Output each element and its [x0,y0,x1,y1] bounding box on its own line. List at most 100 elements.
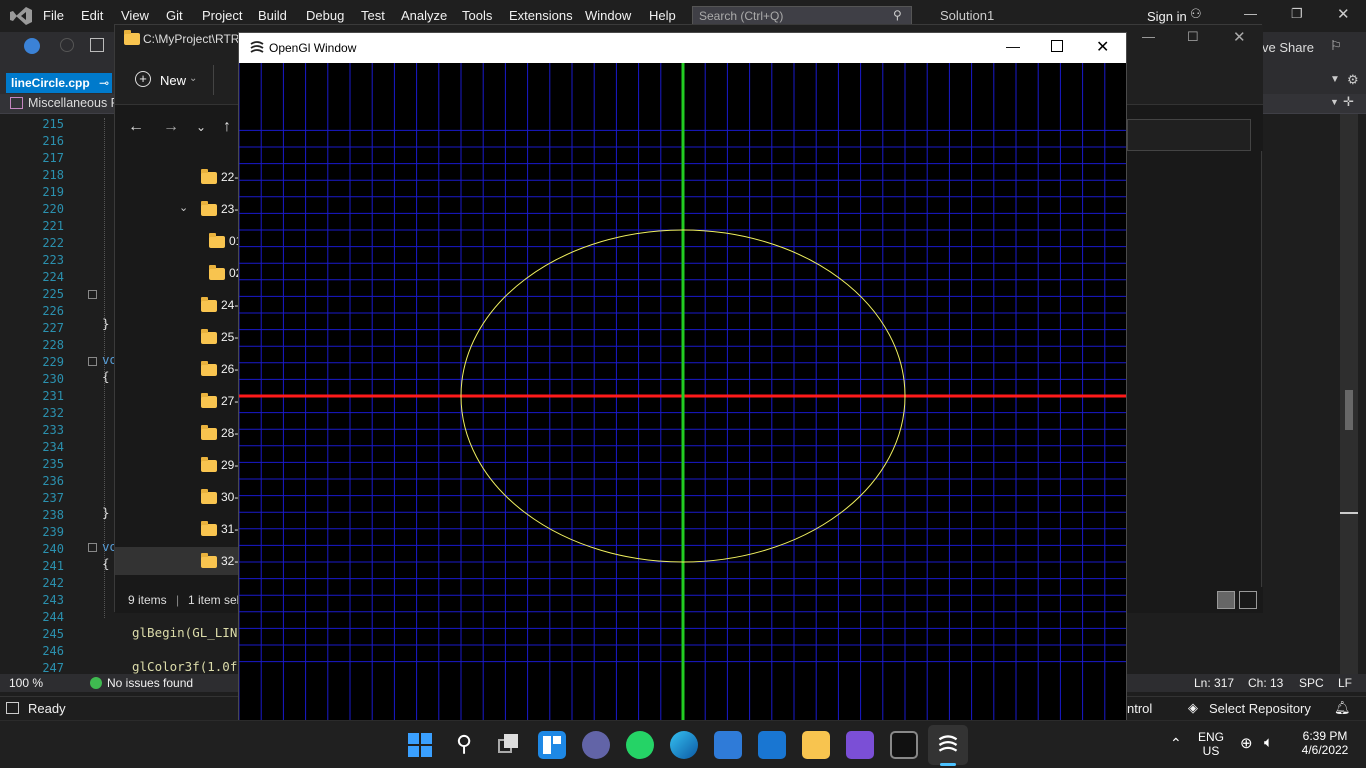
visual-studio-icon[interactable] [846,731,874,759]
store-icon[interactable] [714,731,742,759]
menu-edit[interactable]: Edit [81,0,103,32]
line-number: 243 [42,593,64,607]
folder-tree-item[interactable]: ⌄ 23- [115,195,239,223]
line-indicator[interactable]: Ln: 317 [1194,676,1234,690]
tab-dropdown-icon[interactable]: ▼ [1330,74,1340,85]
whatsapp-icon[interactable] [626,731,654,759]
forward-icon[interactable] [60,38,74,52]
task-view-icon[interactable] [494,731,522,759]
explorer-search-input[interactable] [1127,119,1251,151]
edge-icon[interactable] [670,731,698,759]
explorer-maximize-icon[interactable]: ☐ [1187,29,1199,45]
restore-icon[interactable]: ❐ [1291,6,1303,22]
network-icon[interactable]: ⊕ [1240,734,1253,752]
folder-tree-item[interactable]: 02 [115,259,242,287]
source-control-label[interactable]: ntrol [1127,701,1152,716]
tiles-view-icon[interactable] [1239,591,1257,609]
gl-close-icon[interactable]: ✕ [1096,37,1109,57]
expand-chevron-icon[interactable]: ⌄ [179,201,188,214]
clock[interactable]: 6:39 PM 4/6/2022 [1294,729,1356,757]
file-explorer-icon[interactable] [802,731,830,759]
nav-dropdown-icon[interactable]: ▼ [1330,97,1339,107]
whitespace-indicator[interactable]: SPC [1299,676,1324,690]
opengl-app-icon[interactable] [936,735,960,755]
folder-tree-item[interactable]: 29- [115,451,239,479]
select-repository-button[interactable]: Select Repository [1209,701,1311,716]
folder-label: 30- [221,490,239,504]
gl-maximize-icon[interactable] [1051,40,1063,52]
live-share-label[interactable]: ve Share [1262,40,1314,55]
line-number: 222 [42,236,64,250]
folder-tree-item[interactable]: 27- [115,387,239,415]
collapse-icon[interactable] [88,290,97,299]
explorer-minimize-icon[interactable]: — [1142,29,1155,44]
folder-label: 27- [221,394,239,408]
folder-tree-item[interactable]: 32- [115,547,239,575]
back-arrow-icon[interactable]: ← [128,118,144,136]
new-button[interactable]: New [160,73,186,88]
menu-file[interactable]: File [43,0,64,32]
explorer-close-icon[interactable]: ✕ [1233,28,1246,46]
status-ready: Ready [28,701,66,716]
teams-chat-icon[interactable] [582,731,610,759]
sign-in-link[interactable]: Sign in [1147,9,1187,24]
folder-icon [201,425,217,440]
feedback-icon[interactable]: ⚐ [1330,38,1342,54]
output-icon[interactable] [6,702,19,714]
windows-taskbar: ⚲ ⌃ ENG US ⊕ 🔈︎ 6:39 PM 4/6/2022 [0,720,1366,768]
folder-tree-item[interactable]: 22- [115,163,239,191]
search-icon[interactable]: ⚲ [893,8,902,22]
tray-chevron-icon[interactable]: ⌃ [1170,735,1182,752]
line-number: 228 [42,338,64,352]
mail-icon[interactable] [758,731,786,759]
up-arrow-icon[interactable]: ↑ [223,118,231,136]
zoom-dropdown[interactable]: 100 % [9,676,43,690]
settings-gear-icon[interactable]: ⚙ [1347,72,1359,88]
column-indicator[interactable]: Ch: 13 [1248,676,1283,690]
collapse-icon[interactable] [88,543,97,552]
scrollbar-thumb[interactable] [1345,390,1353,430]
folder-label: 26- [221,362,239,376]
folder-tree-item[interactable]: 28- [115,419,239,447]
widgets-icon[interactable] [538,731,566,759]
git-icon[interactable]: ◈ [1188,700,1198,716]
details-view-icon[interactable] [1217,591,1235,609]
forward-arrow-icon[interactable]: → [163,118,179,136]
folder-tree-item[interactable]: 24- [115,291,239,319]
line-ending-indicator[interactable]: LF [1338,676,1352,690]
back-icon[interactable] [24,38,40,54]
nav-project-dropdown[interactable]: Miscellaneous Fi [28,96,121,110]
recent-chevron-icon[interactable]: ⌄ [196,120,206,134]
folder-tree-item[interactable]: 30- [115,483,239,511]
toolbox-icon[interactable] [90,38,104,52]
account-icon[interactable]: ⚇ [1190,6,1202,22]
tab-linecircle[interactable]: lineCircle.cpp ⊸ [6,73,112,93]
volume-icon[interactable]: 🔈︎ [1264,734,1273,751]
collapse-icon[interactable] [88,357,97,366]
gl-minimize-icon[interactable]: — [1006,38,1020,54]
pin-icon[interactable]: ⊸ [99,76,109,90]
search-icon[interactable]: ⚲ [450,731,478,759]
issues-status[interactable]: No issues found [107,676,193,690]
start-icon[interactable] [406,731,434,759]
clock-time: 6:39 PM [1302,729,1348,743]
code-brace: } [102,505,110,520]
folder-tree-item[interactable]: 25- [115,323,239,351]
language-indicator[interactable]: ENG US [1196,730,1226,758]
terminal-icon[interactable] [890,731,918,759]
notifications-icon[interactable]: 🔔︎ [1334,700,1351,716]
opengl-canvas[interactable] [239,63,1126,721]
folder-tree-item[interactable]: 01 [115,227,242,255]
minimize-icon[interactable]: — [1244,6,1257,21]
code-brace: { [102,369,110,384]
vs-search-input[interactable]: Search (Ctrl+Q) [692,6,912,26]
editor-scrollbar[interactable] [1340,114,1358,674]
explorer-path: C:\MyProject\RTR\ [143,32,243,46]
new-chevron-icon[interactable]: ⌄ [189,73,197,84]
close-icon[interactable]: ✕ [1337,5,1350,23]
split-icon[interactable]: ✛ [1343,94,1354,110]
folder-tree-item[interactable]: 26- [115,355,239,383]
opengl-title-bar[interactable]: OpenGl Window — ✕ [239,33,1126,63]
code-brace: } [102,316,110,331]
folder-tree-item[interactable]: 31- [115,515,239,543]
